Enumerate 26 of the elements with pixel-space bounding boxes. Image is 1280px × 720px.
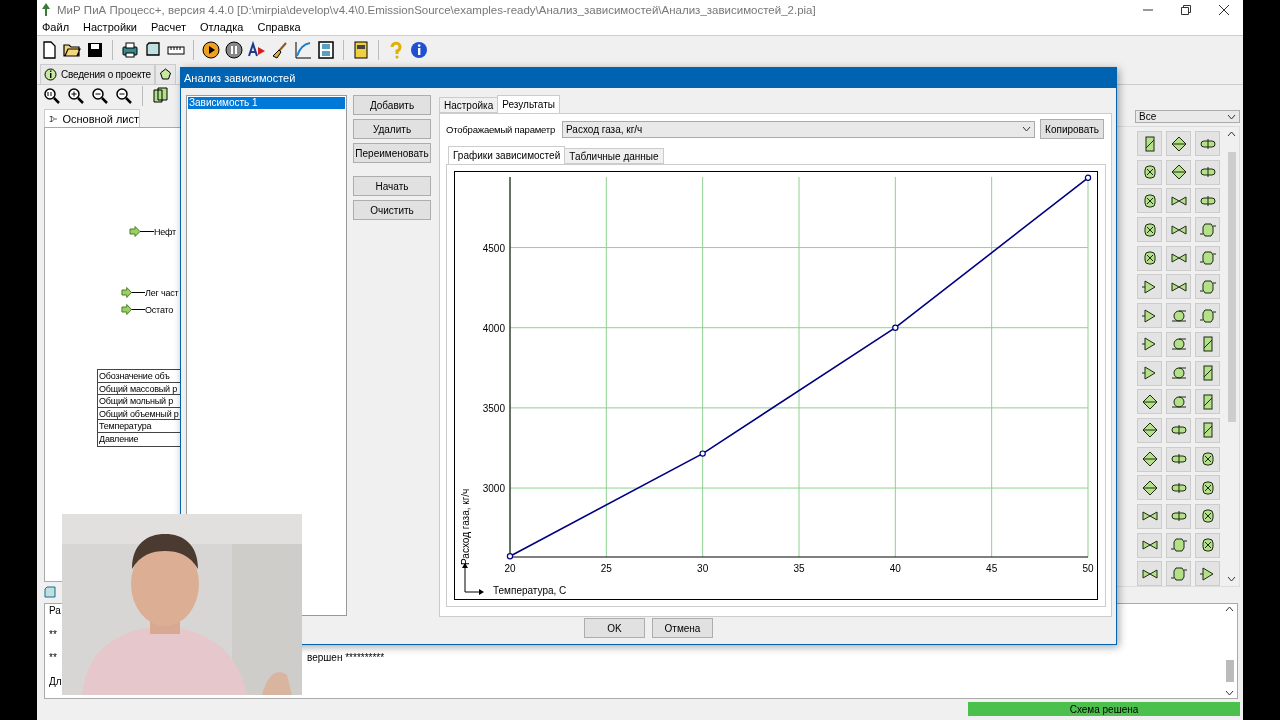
window-title: МиР ПиА Процесс+, версия 4.4.0 [D:\mirpia\develop\v4.4\0.EmissionSource\examples-ready\Анализ_зависимостей\Анализ_зависимостей_2.pia] [57,3,816,16]
tick-label: 50 [1082,563,1094,574]
tick-label: 4000 [482,322,505,334]
tick-label: 30 [697,563,709,574]
log-line: вершен ********** [307,652,385,664]
tick-label: 45 [986,563,998,574]
stream-label: Лег част [145,287,179,298]
tick-label: 4500 [482,242,505,254]
log-line: ** [49,628,58,641]
status-message: Схема решена [968,702,1240,716]
x-axis-label: Температура, С [493,585,567,596]
log-line: ** [49,652,58,664]
stream-label: Остато [145,304,174,315]
tick-label: 3500 [482,402,505,414]
log-line: Ра [49,605,62,617]
y-axis-label: Расход газа, кг/ч [460,488,471,565]
stream-label: Нефт [154,226,177,237]
tick-label: 25 [600,563,612,574]
log-line: Дл [49,675,63,688]
tick-label: 40 [889,563,901,574]
tick-label: 35 [793,563,805,574]
tick-label: 3000 [482,483,505,495]
table-cell-text: Давление [98,432,140,446]
parameter-label: Отображаемый параметр [446,123,557,135]
tick-label: 20 [504,563,516,574]
dialog-title: Анализ зависимостей [181,68,1116,88]
